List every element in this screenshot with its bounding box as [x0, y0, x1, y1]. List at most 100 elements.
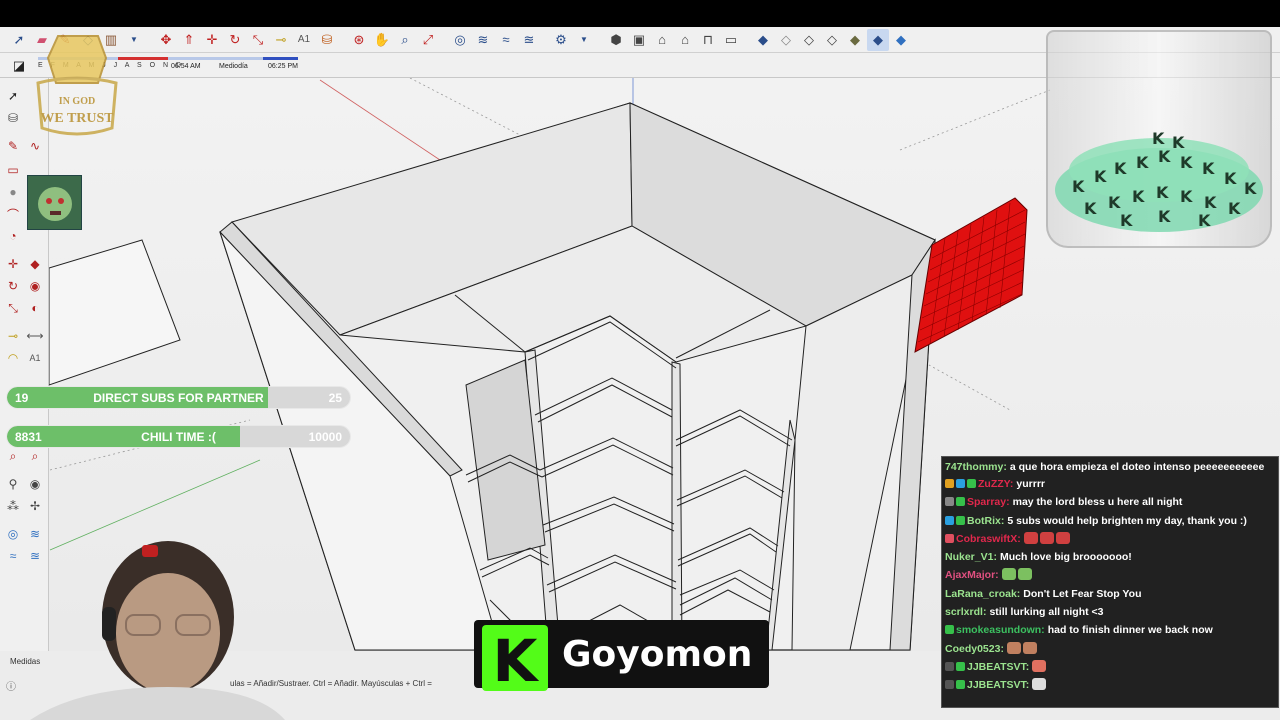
- tape-icon[interactable]: ⊸: [3, 326, 23, 346]
- subtract-icon[interactable]: ≊: [518, 29, 540, 51]
- dashed-axis-line-2: [899, 89, 1051, 151]
- shaded-icon[interactable]: ◆: [844, 29, 866, 51]
- select-tool-icon[interactable]: ➚: [8, 29, 30, 51]
- xray-icon[interactable]: ◆: [752, 29, 774, 51]
- dimension-icon[interactable]: ⟷: [25, 326, 45, 346]
- back-edges-icon[interactable]: ◇: [775, 29, 797, 51]
- pie-icon[interactable]: ◔: [3, 226, 23, 246]
- emote-jar: KKK KKK KKK KKK KKK KKK KKK: [1046, 30, 1272, 248]
- move-tool-icon[interactable]: ✥: [155, 29, 177, 51]
- chat-message: 747thommy: a que hora empieza el doteo in…: [945, 459, 1275, 475]
- chat-username[interactable]: 747thommy:: [945, 461, 1007, 473]
- chat-username[interactable]: scrlxrdl:: [945, 606, 986, 618]
- pushpull-icon[interactable]: ⇑: [178, 29, 200, 51]
- top-view-icon[interactable]: ▣: [628, 29, 650, 51]
- text-tool-icon[interactable]: A1: [293, 29, 315, 51]
- chat-badge-icon: [956, 515, 965, 525]
- svg-text:K: K: [1202, 159, 1215, 178]
- front-view-icon[interactable]: ⌂: [651, 29, 673, 51]
- offset-icon[interactable]: ◐: [25, 298, 45, 318]
- shaded-textures-icon[interactable]: ◆: [867, 28, 889, 51]
- rotate-tool-icon[interactable]: ↻: [224, 29, 246, 51]
- chat-username[interactable]: ZuZZY:: [978, 478, 1013, 490]
- select-icon[interactable]: ➚: [3, 86, 23, 106]
- back-view-icon[interactable]: ⊓: [697, 29, 719, 51]
- pan-tool-icon[interactable]: ✋: [371, 29, 393, 51]
- chat-badge-icon: [945, 479, 954, 488]
- union-icon[interactable]: ≈: [495, 29, 517, 51]
- right-view-icon[interactable]: ⌂: [674, 29, 696, 51]
- chat-username[interactable]: JJBEATSVT:: [967, 679, 1029, 691]
- rectangle-icon[interactable]: ▭: [3, 160, 23, 180]
- pushpull-side-icon[interactable]: ◆: [25, 254, 45, 274]
- chat-username[interactable]: AjaxMajor:: [945, 569, 999, 581]
- style-settings-icon[interactable]: ⚙: [550, 29, 572, 51]
- chat-emote-icon: [1006, 641, 1021, 654]
- move-cross-icon[interactable]: ✛: [201, 29, 223, 51]
- protractor-icon[interactable]: ◠: [3, 348, 23, 368]
- scale-icon[interactable]: ⤡: [3, 298, 23, 318]
- chat-username[interactable]: LaRana_croak:: [945, 588, 1020, 600]
- svg-text:K: K: [1180, 153, 1193, 172]
- zoom-tool-icon[interactable]: ⌕: [394, 29, 416, 51]
- scale-tool-icon[interactable]: ⤡: [247, 29, 269, 51]
- red-tile-panel: [914, 197, 1028, 353]
- red-axis-line: [319, 79, 441, 161]
- zoom-extents-icon[interactable]: ⤢: [417, 29, 439, 51]
- lookaround-icon[interactable]: ◉: [25, 474, 45, 494]
- walk-icon[interactable]: ⚲: [3, 474, 23, 494]
- left-view-icon[interactable]: ▭: [720, 29, 742, 51]
- intersect-icon[interactable]: ≋: [472, 29, 494, 51]
- footprint-icon[interactable]: ⁂: [3, 496, 23, 516]
- chat-username[interactable]: Nuker_V1:: [945, 551, 997, 563]
- chat-username[interactable]: smokeasundown:: [956, 624, 1045, 636]
- text-icon[interactable]: A1: [25, 348, 45, 368]
- dropdown-chevron-icon[interactable]: ▼: [573, 29, 595, 51]
- chat-text: yurrrr: [1016, 478, 1045, 490]
- position-camera-icon[interactable]: ✢: [25, 496, 45, 516]
- goal-target: 10000: [308, 430, 342, 444]
- svg-text:K: K: [1136, 153, 1149, 172]
- chat-username[interactable]: Coedy0523:: [945, 643, 1004, 655]
- chat-badge-icon: [956, 497, 965, 507]
- zoom-window-icon[interactable]: ⌕: [25, 446, 45, 466]
- move-icon[interactable]: ✛: [3, 254, 23, 274]
- eraser-icon[interactable]: ◪: [8, 55, 30, 77]
- paint-icon[interactable]: ⛁: [3, 108, 23, 128]
- svg-text:K: K: [1172, 133, 1185, 152]
- circle-icon[interactable]: ●: [3, 182, 23, 202]
- chat-username[interactable]: JJBEATSVT:: [967, 661, 1029, 673]
- zoom-side-icon[interactable]: ⌕: [3, 446, 23, 466]
- chat-badge-icon: [956, 680, 965, 690]
- arc-icon[interactable]: ⌒: [3, 204, 23, 224]
- pencil-icon[interactable]: ✎: [3, 136, 23, 156]
- hidden-line-icon[interactable]: ◇: [821, 29, 843, 51]
- wireframe-icon[interactable]: ◇: [798, 29, 820, 51]
- chat-emote-icon: [1032, 678, 1047, 691]
- chat-username[interactable]: CobraswiftX:: [956, 533, 1021, 545]
- paint-bucket-icon[interactable]: ⛁: [316, 29, 338, 51]
- svg-text:K: K: [1072, 177, 1085, 196]
- svg-text:K: K: [1108, 193, 1121, 212]
- rotate-icon[interactable]: ↻: [3, 276, 23, 296]
- monochrome-icon[interactable]: ◆: [890, 29, 912, 51]
- chat-badge-icon: [967, 479, 976, 488]
- chat-emote-icon: [1001, 568, 1016, 581]
- streamer-name-badge: K Goyomon: [474, 620, 769, 695]
- orbit-tool-icon[interactable]: ⊛: [348, 29, 370, 51]
- chat-username[interactable]: BotRix:: [967, 515, 1004, 527]
- top-black-bar: [0, 0, 1280, 27]
- chat-badge-icon: [945, 515, 954, 525]
- info-icon[interactable]: ⓘ: [6, 678, 16, 693]
- chat-message: BotRix: 5 subs would help brighten my day…: [945, 512, 1275, 530]
- svg-text:K: K: [1120, 211, 1133, 230]
- followme-icon[interactable]: ◉: [25, 276, 45, 296]
- svg-text:K: K: [1198, 211, 1211, 230]
- iso-view-icon[interactable]: ⬢: [605, 29, 627, 51]
- dropdown-chevron-icon[interactable]: ▼: [123, 29, 145, 51]
- chat-username[interactable]: Sparray:: [967, 496, 1010, 508]
- outer-shell-icon[interactable]: ◎: [449, 29, 471, 51]
- chat-text: 5 subs would help brighten my day, thank…: [1007, 514, 1247, 527]
- tape-measure-icon[interactable]: ⊸: [270, 29, 292, 51]
- dashed-axis-line-3: [919, 359, 1011, 411]
